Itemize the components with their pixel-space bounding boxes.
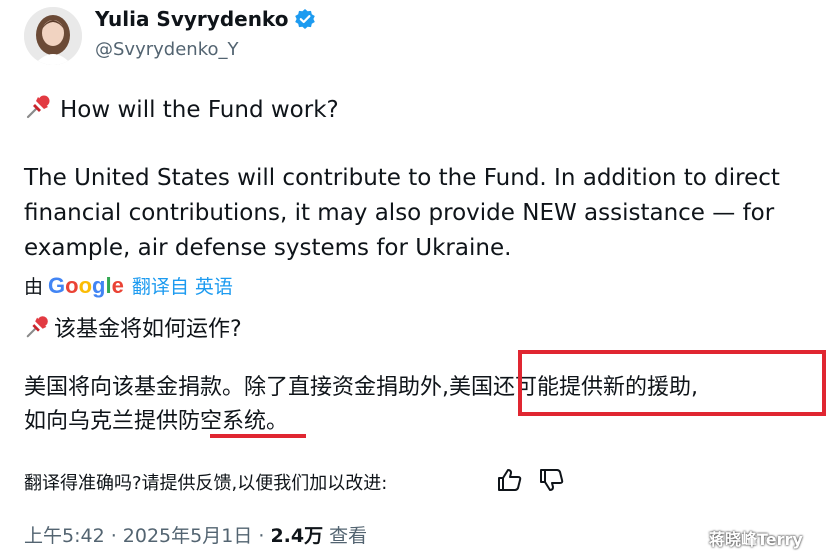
translation-body-line-2: 如向乌克兰提供防空系统。 [24, 409, 289, 434]
avatar-image [24, 7, 82, 65]
verified-badge-icon [294, 8, 316, 30]
pushpin-icon [24, 312, 52, 346]
translation-heading-row: 该基金将如何运作? [24, 311, 242, 346]
post-timestamp[interactable]: 上午5:42 · 2025年5月1日 · [24, 525, 270, 547]
highlight-underline-annotation [210, 434, 306, 438]
google-logo: Google [48, 272, 124, 298]
translation-heading: 该基金将如何运作? [54, 317, 242, 342]
views-count: 2.4万 [270, 525, 324, 547]
post-body-line-2: financial contributions, it may also pro… [24, 200, 775, 226]
post-body-line-1: The United States will contribute to the… [24, 165, 780, 191]
post-heading: How will the Fund work? [60, 97, 339, 123]
author-display-name-row[interactable]: Yulia Svyrydenko [95, 7, 316, 31]
watermark-text: 蒋晓峰Terry [709, 530, 803, 549]
post-meta: 上午5:42 · 2025年5月1日 · 2.4万 查看 [24, 521, 367, 548]
avatar[interactable] [24, 7, 82, 65]
post-heading-row: How will the Fund work? [24, 91, 339, 127]
highlight-box-annotation [518, 350, 826, 416]
thumbs-down-icon[interactable] [538, 466, 566, 494]
translation-feedback-prompt: 翻译得准确吗?请提供反馈,以便我们加以改进: [24, 473, 388, 494]
author-handle[interactable]: @Svyrydenko_Y [95, 39, 238, 60]
post-body-line-3: example, air defense systems for Ukraine… [24, 235, 512, 261]
thumbs-up-icon[interactable] [496, 466, 524, 494]
translated-by-label: 由 [24, 276, 44, 298]
translation-attribution: 由 Google 翻译自 英语 [24, 272, 233, 299]
views-label: 查看 [323, 525, 368, 547]
translated-from-english-link[interactable]: 翻译自 英语 [132, 272, 233, 299]
pushpin-icon [24, 91, 54, 127]
author-display-name[interactable]: Yulia Svyrydenko [95, 7, 288, 31]
